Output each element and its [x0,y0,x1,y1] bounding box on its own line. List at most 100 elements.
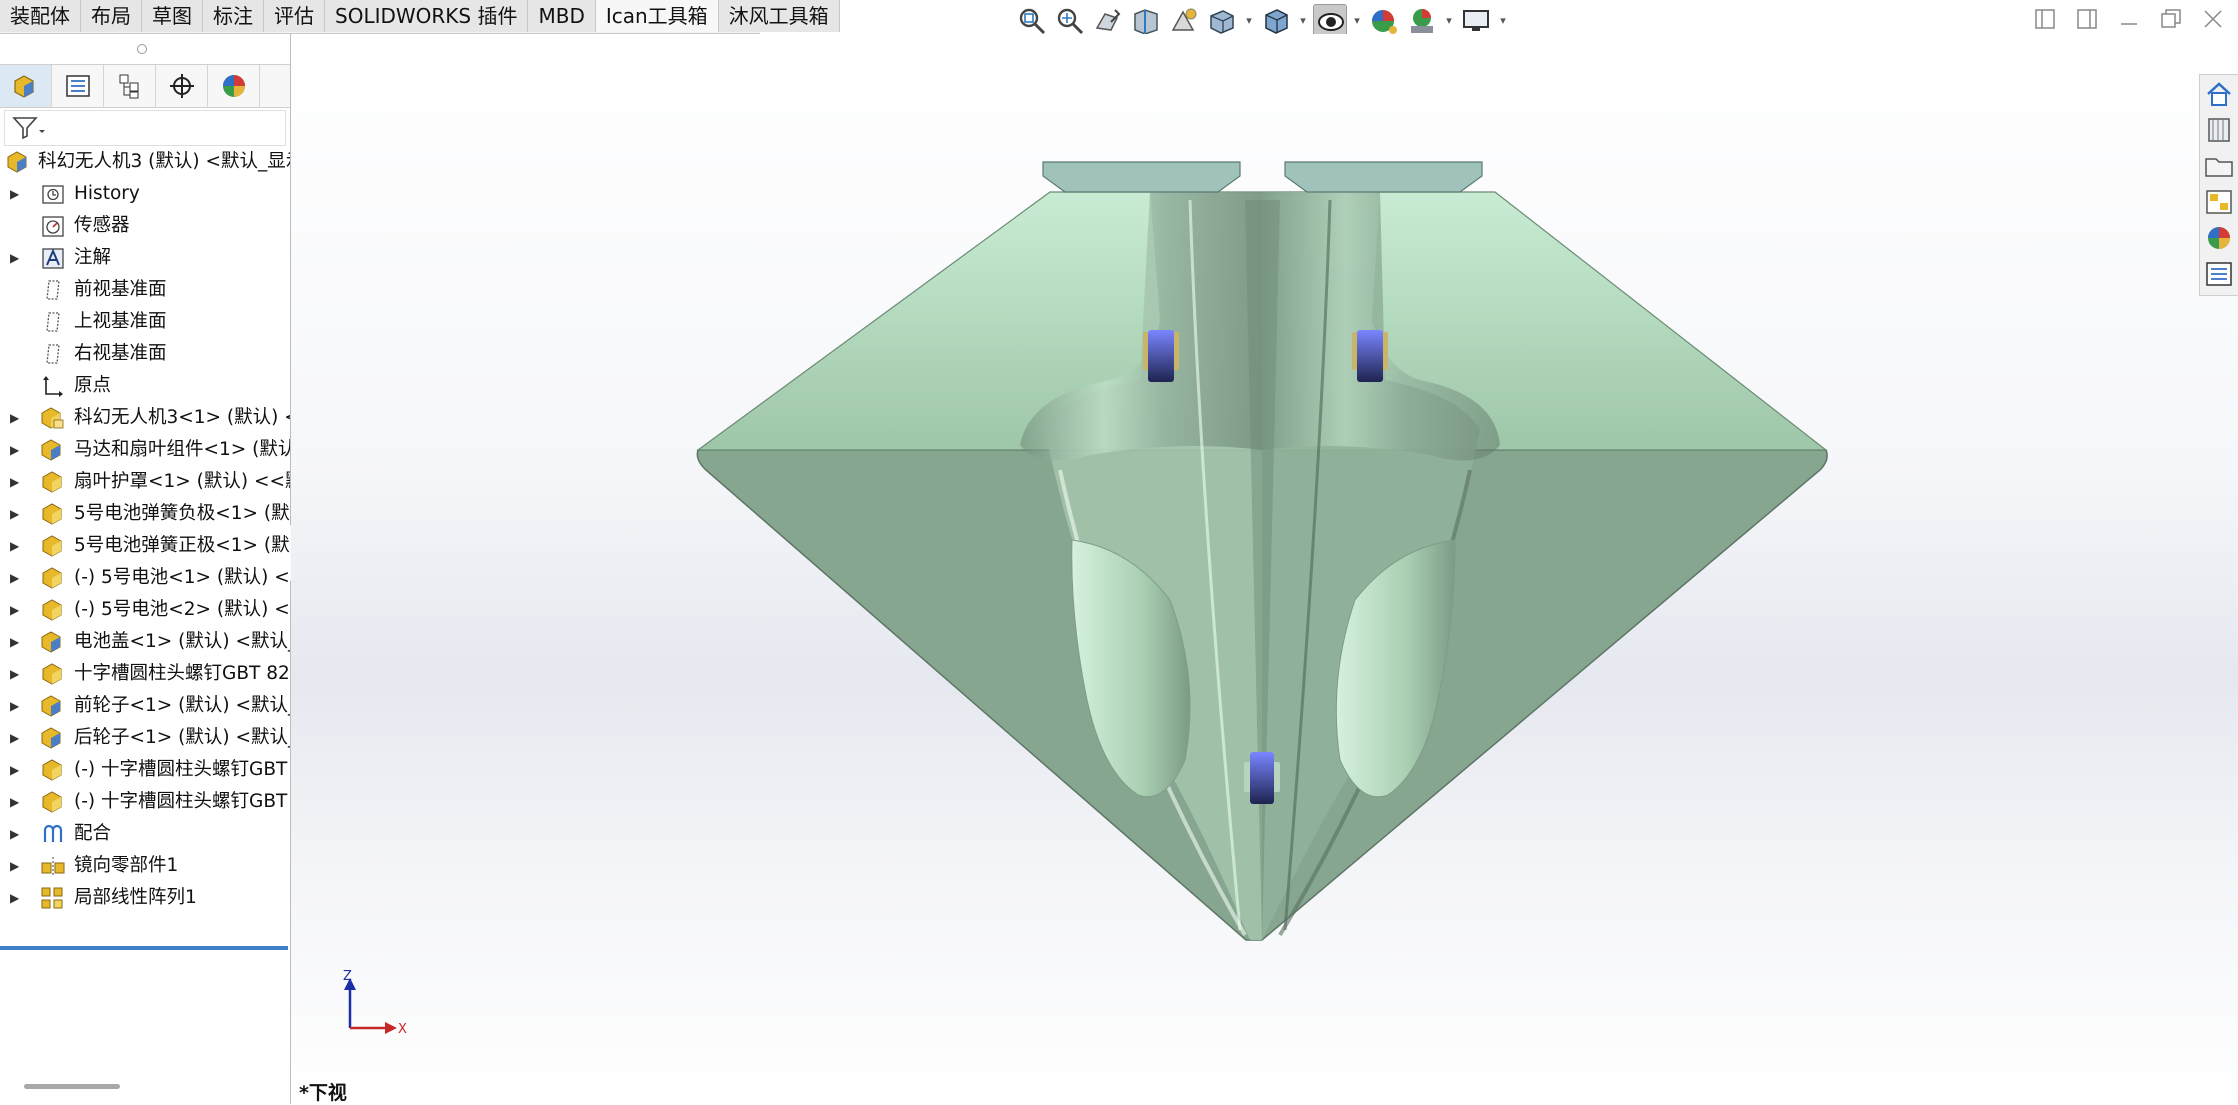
tree-item[interactable]: ▶ 5号电池弹簧正极<1> (默认 [0,530,290,562]
tree-item[interactable]: ▶ 前轮子<1> (默认) <默认_显 [0,690,290,722]
expand-arrow-icon[interactable]: ▶ [10,434,24,466]
wheel-front-left [1143,330,1179,382]
expand-arrow-icon[interactable]: ▶ [10,722,24,754]
expand-arrow-icon[interactable]: ▶ [10,530,24,562]
expand-arrow-icon[interactable]: ▶ [10,562,24,594]
tree-item-label: (-) 十字槽圆柱头螺钉GBT 8 [74,791,290,812]
tree-item[interactable]: 传感器 [0,210,290,242]
dimxpert-manager-tab-icon[interactable] [156,65,208,107]
tab-mbd[interactable]: MBD [528,0,596,32]
design-library-icon[interactable] [2203,114,2235,146]
apply-scene-dropdown-icon[interactable]: ▾ [1443,4,1455,38]
tree-item[interactable]: ▶ (-) 十字槽圆柱头螺钉GBT 8 [0,754,290,786]
expand-arrow-icon[interactable]: ▶ [10,754,24,786]
tree-item[interactable]: ▶ 后轮子<1> (默认) <默认_显 [0,722,290,754]
custom-properties-icon[interactable] [2203,258,2235,290]
property-manager-tab-icon[interactable] [52,65,104,107]
expand-arrow-icon[interactable]: ▶ [10,466,24,498]
configuration-manager-tab-icon[interactable] [104,65,156,107]
expand-arrow-icon[interactable]: ▶ [10,402,24,434]
expand-arrow-icon[interactable]: ▶ [10,658,24,690]
part-icon [40,566,66,590]
hide-show-dropdown-icon[interactable]: ▾ [1351,4,1363,38]
expand-arrow-icon[interactable]: ▶ [10,242,24,274]
tree-item[interactable]: ▶ 配合 [0,818,290,850]
expand-arrow-icon[interactable]: ▶ [10,786,24,818]
panel-right-icon[interactable] [2074,6,2100,32]
feature-manager-tab-icon[interactable] [0,65,52,107]
tree-item[interactable]: ▶ (-) 5号电池<2> (默认) << [0,594,290,626]
view-orientation-dropdown-icon[interactable]: ▾ [1243,4,1255,38]
tree-item[interactable]: ▶ (-) 十字槽圆柱头螺钉GBT 8 [0,786,290,818]
tab-mufeng-toolbox[interactable]: 沐风工具箱 [718,0,840,32]
tree-item[interactable]: ▶ (-) 5号电池<1> (默认) << [0,562,290,594]
tab-sketch[interactable]: 草图 [142,0,203,32]
expand-arrow-icon[interactable]: ▶ [10,818,24,850]
tree-item[interactable]: 上视基准面 [0,306,290,338]
expand-arrow-icon[interactable]: ▶ [10,882,24,914]
display-manager-tab-icon[interactable] [208,65,260,107]
tab-markup[interactable]: 标注 [203,0,264,32]
expand-arrow-icon[interactable]: ▶ [10,594,24,626]
tree-item-label: (-) 5号电池<1> (默认) << [74,567,290,588]
tree-item[interactable]: 前视基准面 [0,274,290,306]
zoom-to-fit-icon[interactable] [1015,4,1049,38]
tree-filter[interactable] [4,110,286,146]
zoom-to-area-icon[interactable] [1053,4,1087,38]
drone-model-bottom-view[interactable] [291,34,2238,1104]
display-style-dropdown-icon[interactable]: ▾ [1297,4,1309,38]
tree-item[interactable]: ▶ 扇叶护罩<1> (默认) <<默 [0,466,290,498]
tab-evaluate[interactable]: 评估 [264,0,325,32]
tree-item[interactable]: 右视基准面 [0,338,290,370]
view-settings-icon[interactable] [1459,4,1493,38]
tree-item[interactable]: ▶ 电池盖<1> (默认) <默认_显 [0,626,290,658]
tree-item[interactable]: ▶ 局部线性阵列1 [0,882,290,914]
dynamic-annotation-icon[interactable] [1167,4,1201,38]
horizontal-scrollbar[interactable] [24,1084,120,1089]
panel-grip-icon[interactable] [137,44,147,54]
filter-icon[interactable] [11,115,45,141]
restore-icon[interactable] [2158,6,2184,32]
tree-item[interactable]: ▶ 镜向零部件1 [0,850,290,882]
tab-assembly[interactable]: 装配体 [0,0,81,32]
apply-scene-icon[interactable] [1405,4,1439,38]
edit-appearance-icon[interactable] [1367,4,1401,38]
expand-arrow-icon[interactable]: ▶ [10,498,24,530]
tab-solidworks-addins[interactable]: SOLIDWORKS 插件 [325,0,529,32]
tab-ican-toolbox[interactable]: Ican工具箱 [595,0,719,32]
tree-item[interactable]: ▶ 十字槽圆柱头螺钉GBT 822 [0,658,290,690]
part-icon [40,534,66,558]
graphics-area[interactable]: Z X *下视 [291,34,2238,1104]
tree-item-label: 5号电池弹簧正极<1> (默认 [74,535,290,556]
view-settings-dropdown-icon[interactable]: ▾ [1497,4,1509,38]
expand-arrow-icon[interactable]: ▶ [10,690,24,722]
tree-item[interactable]: 原点 [0,370,290,402]
tree-root-assembly[interactable]: 科幻无人机3 (默认) <默认_显示 [0,146,290,178]
view-palette-icon[interactable] [2203,186,2235,218]
hide-show-items-icon[interactable] [1313,4,1347,38]
tree-item[interactable]: ▶ 注解 [0,242,290,274]
file-explorer-icon[interactable] [2203,150,2235,182]
section-view-icon[interactable] [1129,4,1163,38]
tree-item[interactable]: ▶ 马达和扇叶组件<1> (默认) [0,434,290,466]
part-icon [40,790,66,814]
tree-item[interactable]: ▶ 科幻无人机3<1> (默认) << [0,402,290,434]
tree-item-label: 镜向零部件1 [74,855,179,876]
appearances-scenes-icon[interactable] [2203,222,2235,254]
expand-arrow-icon[interactable]: ▶ [10,850,24,882]
panel-left-icon[interactable] [2032,6,2058,32]
minimize-icon[interactable] [2116,6,2142,32]
expand-arrow-icon[interactable]: ▶ [10,178,24,210]
close-icon[interactable] [2200,6,2226,32]
tree-item[interactable]: ▶ History [0,178,290,210]
expand-arrow-icon[interactable]: ▶ [10,626,24,658]
view-orientation-icon[interactable] [1205,4,1239,38]
display-style-icon[interactable] [1259,4,1293,38]
tree-item[interactable]: ▶ 5号电池弹簧负极<1> (默认 [0,498,290,530]
solidworks-resources-icon[interactable] [2203,78,2235,110]
subassembly-blue-icon [40,630,66,654]
tab-layout[interactable]: 布局 [81,0,142,32]
annotation-icon [40,246,66,270]
previous-view-icon[interactable] [1091,4,1125,38]
tree-item-label: 配合 [74,823,112,844]
